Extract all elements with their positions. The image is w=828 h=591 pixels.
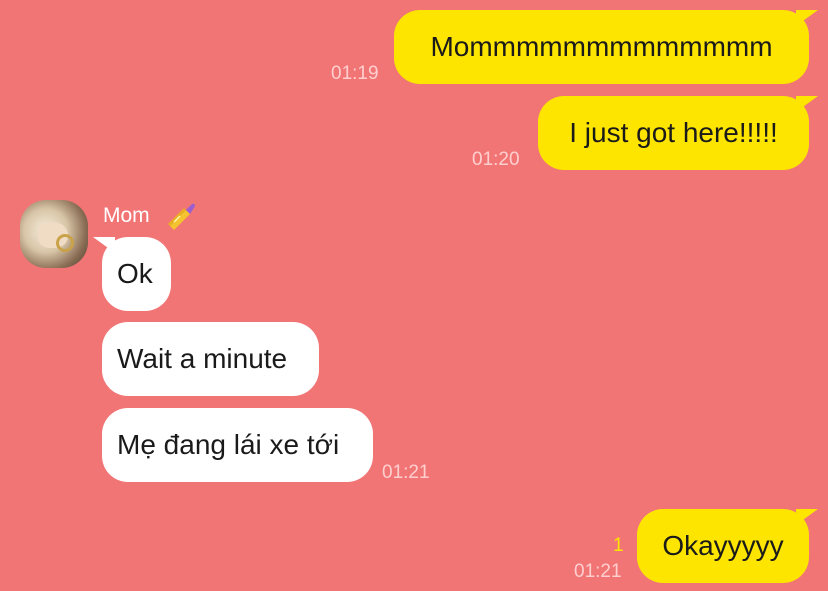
incoming-message-bubble[interactable]: Wait a minute xyxy=(102,322,319,396)
incoming-message-bubble[interactable]: Mẹ đang lái xe tới xyxy=(102,408,373,482)
message-text: Mẹ đang lái xe tới xyxy=(117,429,340,460)
message-timestamp: 01:21 xyxy=(382,462,430,483)
bubble-tail xyxy=(796,509,818,525)
outgoing-message-bubble[interactable]: Mommmmmmmmmmmmm xyxy=(394,10,818,84)
outgoing-message-bubble[interactable]: Okayyyyy xyxy=(637,509,818,583)
unread-count: 1 xyxy=(613,535,624,556)
message-text: I just got here!!!!! xyxy=(569,117,778,148)
message-timestamp: 01:20 xyxy=(472,149,520,170)
outgoing-message-bubble[interactable]: I just got here!!!!! xyxy=(538,96,818,170)
nail-polish-icon xyxy=(168,203,195,230)
message-timestamp: 01:21 xyxy=(574,561,622,582)
bubble-tail xyxy=(796,10,818,26)
message-text: Okayyyyy xyxy=(662,530,784,561)
message-text: Ok xyxy=(117,258,153,289)
message-timestamp: 01:19 xyxy=(331,63,379,84)
contact-avatar[interactable] xyxy=(20,200,88,268)
bubble-tail xyxy=(796,96,818,112)
message-text: Wait a minute xyxy=(117,343,288,374)
avatar-photo-detail xyxy=(56,234,74,252)
sender-name: Mom xyxy=(103,204,150,227)
incoming-message-bubble[interactable]: Ok xyxy=(93,237,171,311)
bubble-tail xyxy=(93,237,115,253)
message-text: Mommmmmmmmmmmmm xyxy=(430,31,773,62)
